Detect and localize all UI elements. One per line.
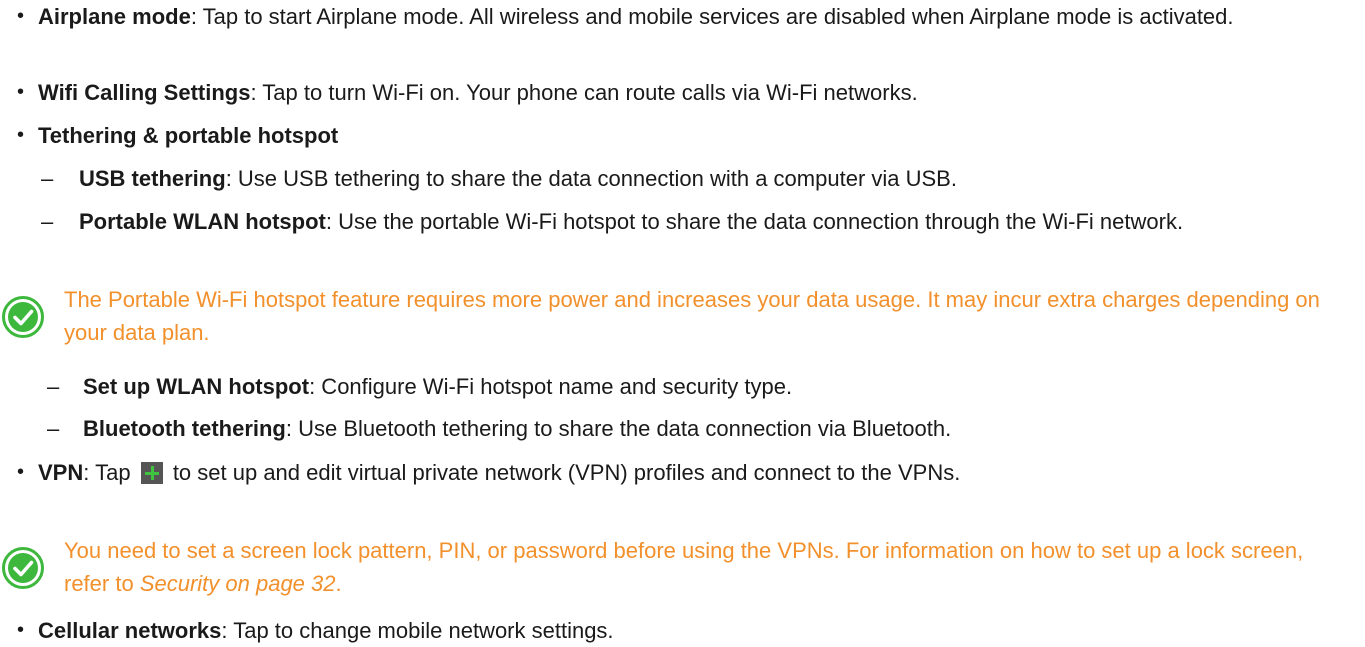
description-bluetooth-tethering: : Use Bluetooth tethering to share the d… (285, 416, 952, 441)
term-wifi-calling: Wifi Calling Settings (38, 80, 251, 105)
description-vpn-end: to set up and edit virtual private netwo… (172, 460, 961, 485)
document-page: • Airplane mode: Tap to start Airplane m… (0, 0, 1365, 643)
term-tethering: Tethering & portable hotspot (38, 123, 339, 148)
note-text: The Portable Wi-Fi hotspot feature requi… (64, 287, 1320, 345)
bullet-marker: • (17, 619, 25, 641)
description-cellular-networks: : Tap to change mobile network settings. (221, 618, 614, 643)
description-usb-tethering: : Use USB tethering to share the data co… (225, 166, 957, 191)
term-airplane-mode: Airplane mode (38, 4, 191, 29)
term-setup-hotspot: Set up WLAN hotspot (83, 374, 310, 399)
description-vpn-start: : Tap (83, 460, 131, 485)
plus-icon (140, 462, 163, 484)
description-portable-hotspot: : Use the portable Wi-Fi hotspot to shar… (325, 209, 1184, 234)
sub-item-setup-hotspot: – Set up WLAN hotspot: Configure Wi-Fi h… (47, 370, 1347, 403)
sub-item-text: Set up WLAN hotspot: Configure Wi-Fi hot… (83, 370, 1347, 403)
bullet-marker: • (17, 461, 25, 483)
note-vpn-end: . (335, 571, 342, 596)
term-cellular-networks: Cellular networks (38, 618, 222, 643)
dash-marker: – (47, 374, 60, 399)
note-hotspot: The Portable Wi-Fi hotspot feature requi… (0, 283, 1350, 349)
sub-item-text: Bluetooth tethering: Use Bluetooth tethe… (83, 412, 1347, 445)
dash-marker: – (41, 209, 54, 234)
bullet-marker: • (17, 5, 25, 27)
list-item-cellular-networks: • Cellular networks: Tap to change mobil… (17, 614, 1337, 647)
security-page-reference: Security on page 32 (139, 571, 336, 596)
list-item-airplane-mode: • Airplane mode: Tap to start Airplane m… (17, 0, 1337, 33)
term-vpn: VPN (38, 460, 84, 485)
dash-marker: – (47, 416, 60, 441)
description-setup-hotspot: : Configure Wi-Fi hotspot name and secur… (309, 374, 793, 399)
bullet-marker: • (17, 124, 25, 146)
list-item-wifi-calling: • Wifi Calling Settings: Tap to turn Wi-… (17, 76, 1337, 109)
sub-item-text: Portable WLAN hotspot: Use the portable … (79, 205, 1311, 238)
term-portable-hotspot: Portable WLAN hotspot (79, 209, 326, 234)
bullet-marker: • (17, 81, 25, 103)
note-vpn-lock: You need to set a screen lock pattern, P… (0, 534, 1350, 600)
term-bluetooth-tethering: Bluetooth tethering (83, 416, 286, 441)
bullet-text: VPN: Tap to set up and edit virtual priv… (38, 456, 1337, 489)
sub-item-portable-hotspot: – Portable WLAN hotspot: Use the portabl… (41, 205, 1311, 238)
sub-item-usb-tethering: – USB tethering: Use USB tethering to sh… (41, 162, 1341, 195)
note-text: You need to set a screen lock pattern, P… (64, 534, 1350, 600)
bullet-text: Airplane mode: Tap to start Airplane mod… (38, 0, 1337, 33)
sub-item-bluetooth-tethering: – Bluetooth tethering: Use Bluetooth tet… (47, 412, 1347, 445)
description-wifi-calling: : Tap to turn Wi-Fi on. Your phone can r… (250, 80, 918, 105)
bullet-text: Wifi Calling Settings: Tap to turn Wi-Fi… (38, 76, 1337, 109)
description-airplane-mode: : Tap to start Airplane mode. All wirele… (190, 4, 1234, 29)
bullet-text: Cellular networks: Tap to change mobile … (38, 614, 1337, 647)
bullet-text: Tethering & portable hotspot (38, 119, 1337, 152)
check-circle-icon (0, 283, 64, 349)
list-item-vpn: • VPN: Tap to set up and edit virtual pr… (17, 456, 1337, 489)
list-item-tethering: • Tethering & portable hotspot (17, 119, 1337, 152)
sub-item-text: USB tethering: Use USB tethering to shar… (79, 162, 1341, 195)
dash-marker: – (41, 166, 54, 191)
check-circle-icon (0, 534, 64, 600)
term-usb-tethering: USB tethering (79, 166, 226, 191)
